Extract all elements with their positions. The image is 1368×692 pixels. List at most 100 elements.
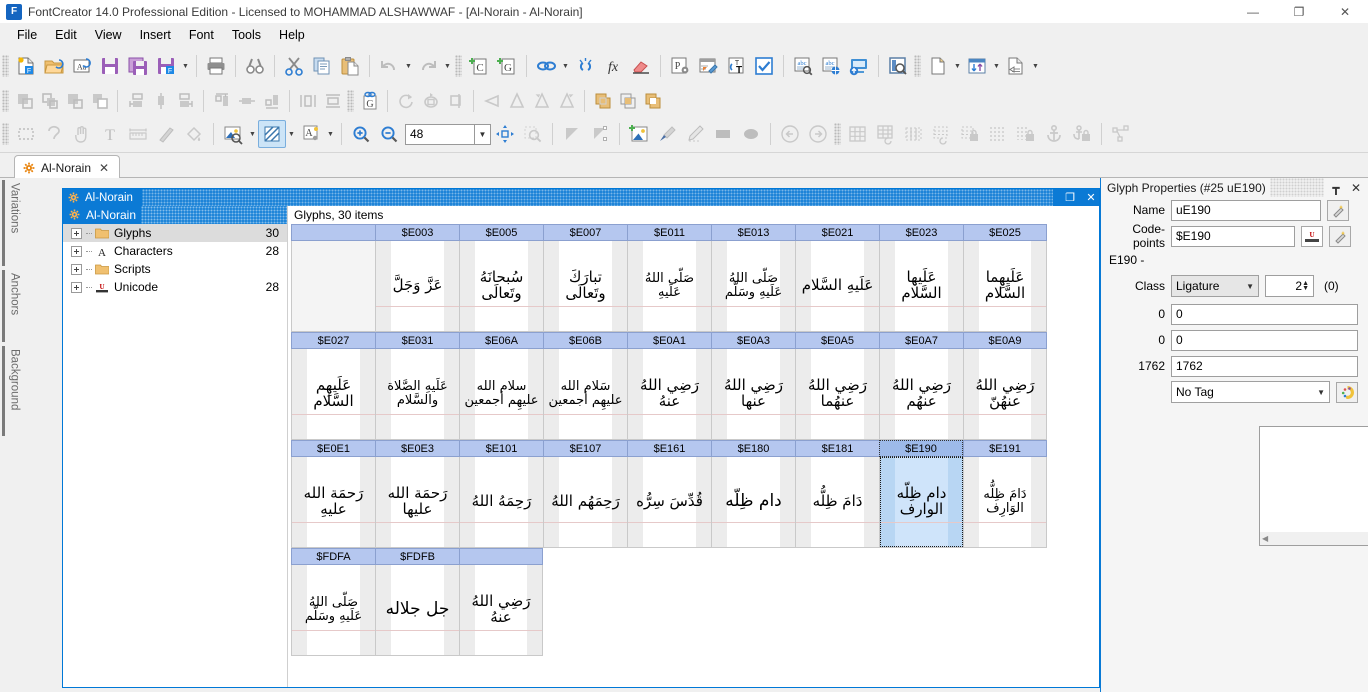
memo-box[interactable]	[1259, 426, 1368, 546]
sort-chevron-down-icon[interactable]: ▼	[991, 52, 1002, 80]
distribute-vertical-icon[interactable]	[320, 88, 345, 113]
brush-tool-icon[interactable]	[653, 120, 681, 148]
tree-node-unicode[interactable]: U Unicode 28	[63, 278, 287, 296]
curve-point-icon[interactable]	[586, 120, 614, 148]
zoom-in-icon[interactable]	[347, 120, 375, 148]
glyph-cell[interactable]: عَلَيهِ الصَّلاة والسَّلام	[375, 349, 459, 440]
select-tool-icon[interactable]	[12, 120, 40, 148]
text-tool-icon[interactable]: T	[96, 120, 124, 148]
glyph-code-header[interactable]: $E180	[711, 440, 795, 457]
contour-style-icon[interactable]	[258, 120, 286, 148]
union-icon[interactable]	[590, 88, 615, 113]
toolbar-grip[interactable]	[914, 55, 921, 77]
rectangle-tool-icon[interactable]	[709, 120, 737, 148]
menu-help[interactable]: Help	[270, 25, 314, 45]
dock-tab-background[interactable]: Background	[2, 346, 24, 436]
glyph-cell[interactable]: صَلّى اللهُ عَلَيهِ وسَلّم	[291, 565, 375, 656]
lock-anchors-icon[interactable]	[1068, 120, 1096, 148]
glyph-cell[interactable]: قُدِّسَ سِرُّه	[627, 457, 711, 548]
glyph-code-header[interactable]: $E021	[795, 224, 879, 241]
script-icon[interactable]	[1002, 52, 1030, 80]
toolbar-grip[interactable]	[2, 89, 9, 112]
previous-glyph-icon[interactable]	[776, 120, 804, 148]
add-character-icon[interactable]: C	[465, 52, 493, 80]
spinner-arrows-icon[interactable]: ▲ ▼	[1302, 280, 1311, 292]
zoom-out-icon[interactable]	[375, 120, 403, 148]
glyph-code-header[interactable]: $E003	[375, 224, 459, 241]
align-bottom-icon[interactable]	[259, 88, 284, 113]
glyph-cell[interactable]: عَلَيهِم السَّلام	[291, 349, 375, 440]
document-tab-al-norain[interactable]: Al-Norain ✕	[14, 155, 121, 179]
toolbar-grip[interactable]	[455, 55, 462, 77]
link-glyph-icon[interactable]	[532, 52, 560, 80]
codepoints-wand-icon[interactable]	[1329, 225, 1351, 247]
glyph-style-chevron-down-icon[interactable]: ▼	[325, 120, 336, 148]
rsb-input[interactable]: 0	[1171, 329, 1358, 351]
glyph-cell[interactable]: تبارَكَ وتَعالَى	[543, 241, 627, 332]
distribute-horizontal-icon[interactable]	[295, 88, 320, 113]
minimize-button[interactable]: —	[1230, 0, 1276, 23]
pin-icon[interactable]: ┳	[1328, 180, 1344, 196]
print-icon[interactable]	[202, 52, 230, 80]
class-select[interactable]: Ligature ▼	[1171, 275, 1259, 297]
glyph-code-header[interactable]: $E0E3	[375, 440, 459, 457]
tree-node-glyphs[interactable]: Glyphs 30	[63, 224, 287, 242]
advance-input[interactable]: 1762	[1171, 355, 1358, 377]
pan-tool-icon[interactable]	[68, 120, 96, 148]
send-to-back-icon[interactable]	[87, 88, 112, 113]
glyph-code-header[interactable]: $E0E1	[291, 440, 375, 457]
glyph-cell[interactable]: جل جلاله	[375, 565, 459, 656]
new-document-icon[interactable]	[924, 52, 952, 80]
glyph-code-header[interactable]: $E007	[543, 224, 627, 241]
dock-tab-variations[interactable]: Variations	[2, 180, 24, 266]
corner-point-icon[interactable]	[558, 120, 586, 148]
menu-edit[interactable]: Edit	[46, 25, 86, 45]
toolbar-grip[interactable]	[834, 123, 841, 145]
undo-icon[interactable]	[375, 52, 403, 80]
image-preview-icon[interactable]	[219, 120, 247, 148]
pencil-tool-icon[interactable]	[681, 120, 709, 148]
measure-tool-icon[interactable]	[124, 120, 152, 148]
glyph-code-header[interactable]: $FDFA	[291, 548, 375, 565]
glyph-cell[interactable]: سَلام الله عليهِم أجمعين	[543, 349, 627, 440]
align-right-icon[interactable]	[173, 88, 198, 113]
skeleton-icon[interactable]	[1107, 120, 1135, 148]
memo-horizontal-scrollbar[interactable]: ◀ ▶	[1260, 532, 1368, 545]
glyph-code-header[interactable]: $E005	[459, 224, 543, 241]
anchors-icon[interactable]	[1040, 120, 1068, 148]
mdi-title-bar[interactable]: Al-Norain ❐ ✕	[63, 189, 1099, 206]
scroll-left-icon[interactable]: ◀	[1262, 534, 1268, 543]
contour-style-chevron-down-icon[interactable]: ▼	[286, 120, 297, 148]
maximize-button[interactable]: ❐	[1276, 0, 1322, 23]
codepoints-input[interactable]: $E190	[1171, 225, 1295, 247]
redo-icon[interactable]	[414, 52, 442, 80]
lock-guidelines-icon[interactable]	[956, 120, 984, 148]
send-backward-icon[interactable]	[62, 88, 87, 113]
test-font-icon[interactable]: abc	[789, 52, 817, 80]
script-chevron-down-icon[interactable]: ▼	[1030, 52, 1041, 80]
font-properties-icon[interactable]: P	[666, 52, 694, 80]
glyph-cell[interactable]: رَضِي اللهُ عنهُنّ	[963, 349, 1047, 440]
new-font-icon[interactable]: F	[12, 52, 40, 80]
slant-right-icon[interactable]	[554, 88, 579, 113]
grid-icon[interactable]	[844, 120, 872, 148]
install-font-icon[interactable]: Aa	[68, 52, 96, 80]
flip-free-icon[interactable]	[443, 88, 468, 113]
add-glyph-icon[interactable]: G	[493, 52, 521, 80]
menu-tools[interactable]: Tools	[223, 25, 270, 45]
expander-icon[interactable]	[71, 263, 82, 275]
knife-tool-icon[interactable]	[152, 120, 180, 148]
save-as-icon[interactable]: F	[152, 52, 180, 80]
menu-insert[interactable]: Insert	[131, 25, 180, 45]
install-preview-icon[interactable]	[845, 52, 873, 80]
name-input[interactable]: uE190	[1171, 199, 1321, 221]
mdi-drag-dots[interactable]	[141, 189, 1053, 206]
glyph-cell[interactable]: دام ظِلّه	[711, 457, 795, 548]
glyph-code-header[interactable]: $E025	[963, 224, 1047, 241]
glyph-cell[interactable]: دَامَ ظِلُّه الوَارِف	[963, 457, 1047, 548]
flip-vertical-icon[interactable]	[504, 88, 529, 113]
validate-icon[interactable]	[750, 52, 778, 80]
glyph-cell[interactable]: رَحمَة الله عليها	[375, 457, 459, 548]
glyph-cell[interactable]: رَضِي اللهُ عنهُ	[627, 349, 711, 440]
tree-node-scripts[interactable]: Scripts	[63, 260, 287, 278]
